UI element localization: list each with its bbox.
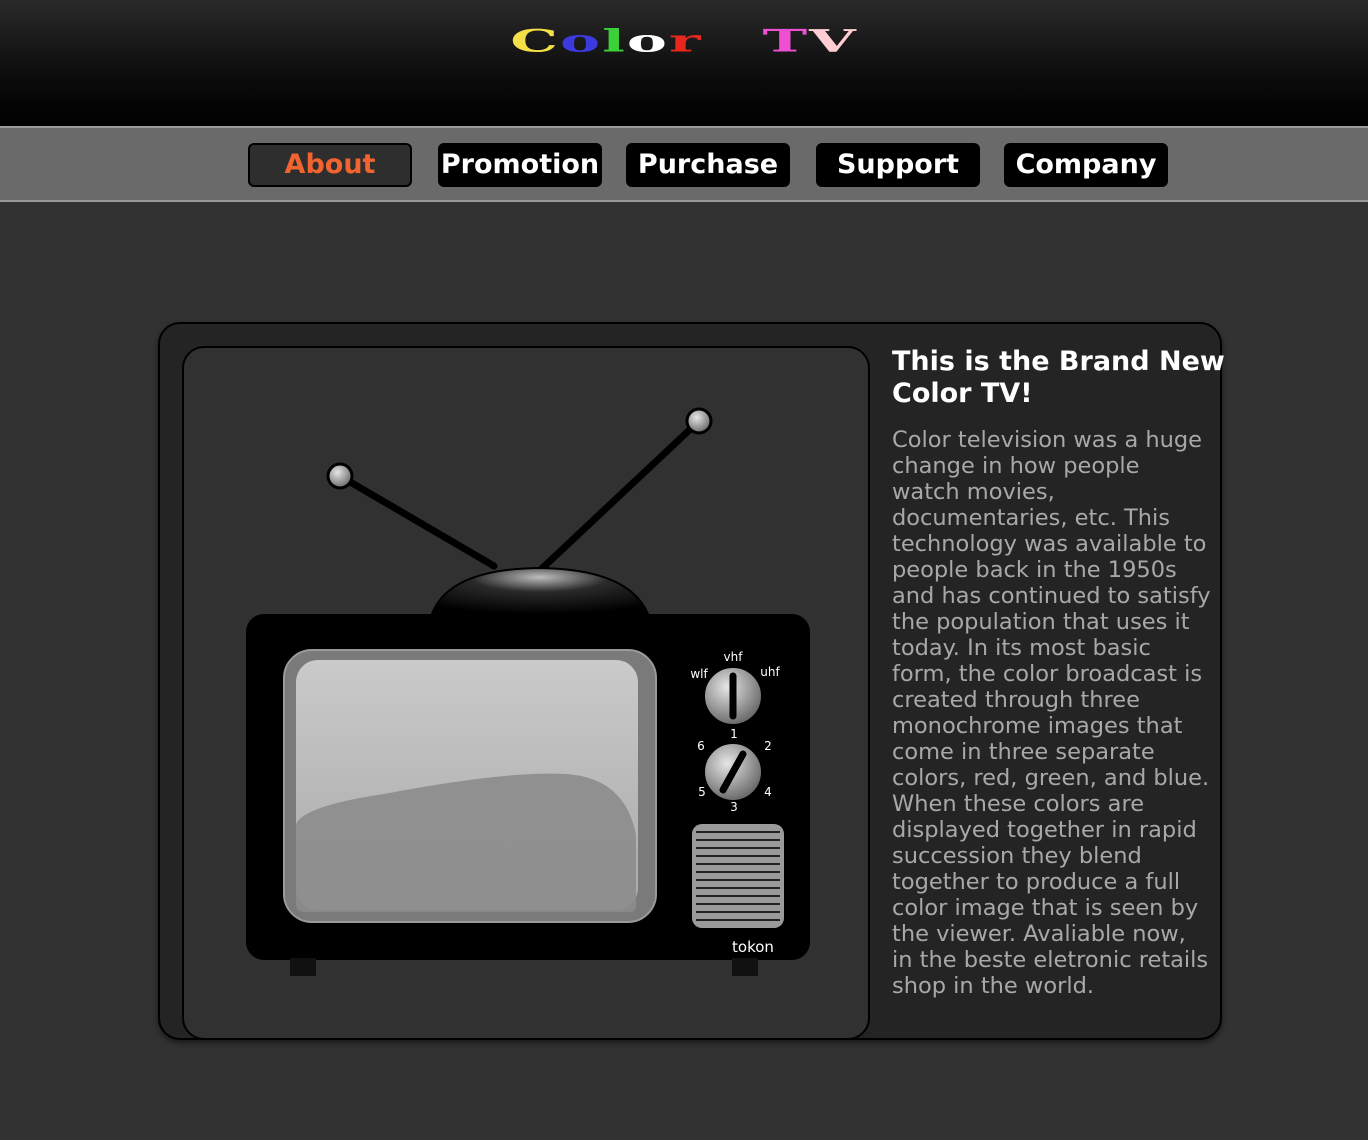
- logo-word-tv: TV: [763, 16, 858, 66]
- main-nav: About Promotion Purchase Support Company: [0, 126, 1368, 202]
- nav-company[interactable]: Company: [1004, 143, 1168, 187]
- svg-text:uhf: uhf: [760, 665, 780, 679]
- product-title: This is the Brand New Color TV!: [892, 346, 1225, 409]
- logo-tv-letter-0: T: [762, 22, 810, 60]
- svg-text:3: 3: [730, 800, 738, 814]
- svg-text:vhf: vhf: [724, 650, 744, 664]
- site-header: Color TV: [0, 0, 1368, 126]
- svg-text:2: 2: [764, 739, 772, 753]
- svg-text:1: 1: [730, 727, 738, 741]
- svg-text:6: 6: [697, 739, 705, 753]
- logo-color-letter-0: C: [510, 22, 561, 60]
- svg-text:4: 4: [764, 785, 772, 799]
- logo-word-color: Color: [510, 16, 702, 66]
- antenna-right: [530, 417, 703, 580]
- logo-color-letter-2: l: [602, 22, 627, 60]
- nav-promotion[interactable]: Promotion: [438, 143, 602, 187]
- nav-purchase[interactable]: Purchase: [626, 143, 790, 187]
- logo-color-letter-4: r: [668, 22, 703, 60]
- svg-text:5: 5: [698, 785, 706, 799]
- logo-color-letter-1: o: [560, 22, 603, 60]
- logo-color-letter-3: o: [626, 22, 669, 60]
- tv-brand-label: tokon: [732, 938, 774, 956]
- product-description: Color television was a huge change in ho…: [892, 427, 1211, 999]
- nav-support[interactable]: Support: [816, 143, 980, 187]
- television-icon: vhf wlf uhf 1 2 3 4 5 6 tokon: [246, 407, 810, 976]
- antenna-left: [336, 472, 498, 570]
- svg-text:wlf: wlf: [690, 667, 708, 681]
- logo-tv-letter-1: V: [809, 22, 858, 60]
- site-logo[interactable]: Color TV: [0, 6, 1368, 76]
- product-image-frame: vhf wlf uhf 1 2 3 4 5 6 tokon: [182, 346, 870, 1040]
- nav-about[interactable]: About: [248, 143, 412, 187]
